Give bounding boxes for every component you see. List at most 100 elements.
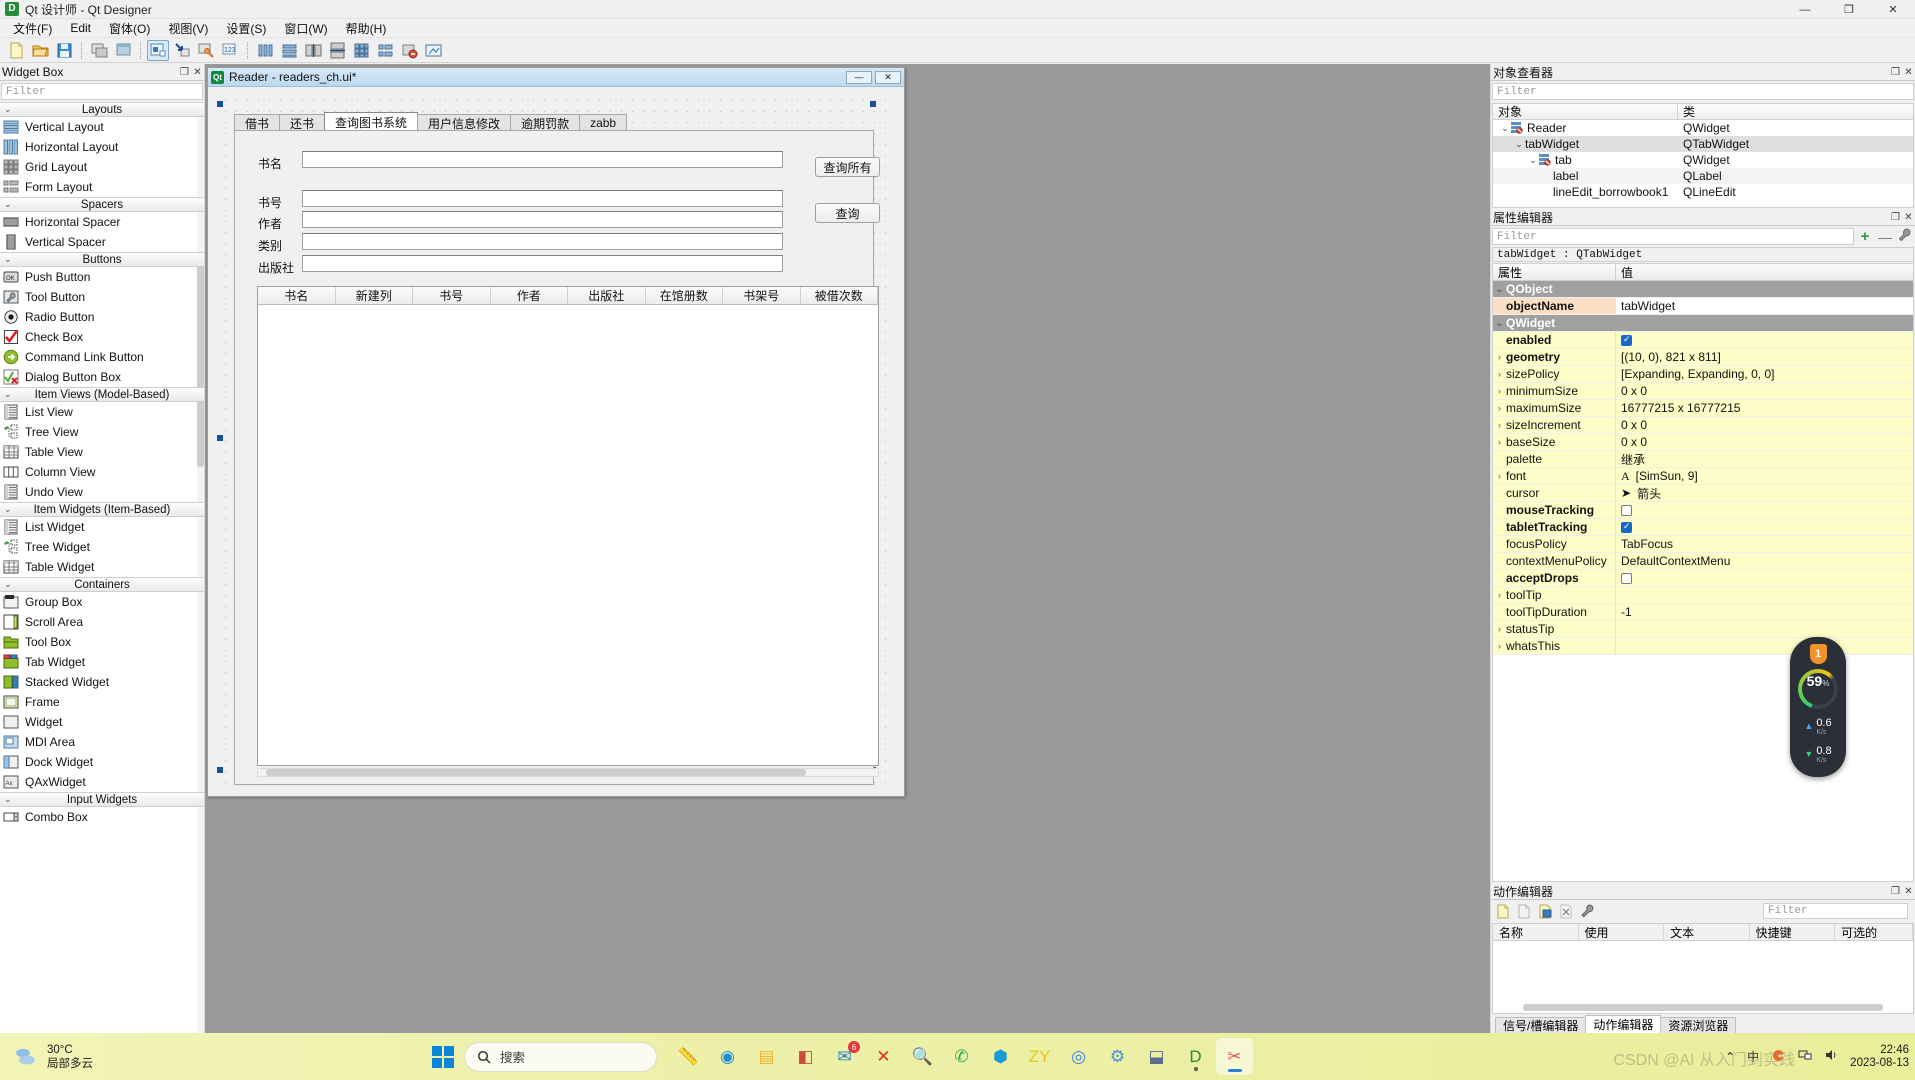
tree-twisty-icon[interactable]: ⌄	[1527, 155, 1539, 166]
form-tab-4[interactable]: 用户信息修改	[417, 114, 512, 131]
edit-tab-order-icon[interactable]: 123	[219, 40, 241, 61]
widget-box-scroll-thumb[interactable]	[197, 252, 204, 467]
action-column-header[interactable]: 快捷键	[1750, 924, 1836, 940]
property-grid[interactable]: 属性 值 ⌄ QObject objectName tabWidget ⌄ QWidget…	[1492, 263, 1914, 882]
object-tree-row[interactable]: ⌄ tabWidget QTabWidget	[1493, 136, 1913, 152]
taskbar-zy-app[interactable]: ZY	[1021, 1038, 1058, 1075]
form-tab-2[interactable]: 还书	[279, 114, 326, 131]
action-filter-input[interactable]: Filter	[1763, 903, 1908, 919]
widget-item-push-button[interactable]: OK Push Button	[0, 267, 204, 287]
taskbar-close-app[interactable]: ✕	[865, 1038, 902, 1075]
widget-item-scroll-area[interactable]: Scroll Area	[0, 612, 204, 632]
action-editor-close-icon[interactable]: ✕	[1902, 885, 1915, 898]
taskbar-search-app[interactable]: 🔍	[904, 1038, 941, 1075]
tray-volume-icon[interactable]	[1824, 1048, 1838, 1065]
selection-handle[interactable]	[217, 101, 223, 107]
property-expand-icon[interactable]: ›	[1493, 386, 1506, 396]
property-expand-icon[interactable]: ›	[1493, 590, 1506, 600]
design-canvas[interactable]: 借书 还书 查询图书系统 用户信息修改 逾期罚款 zabb 书名 书号 作者 类别 出版社…	[217, 95, 888, 785]
windows-start-icon[interactable]	[424, 1038, 461, 1075]
selection-handle[interactable]	[217, 435, 223, 441]
widget-item-column-view[interactable]: Column View	[0, 462, 204, 482]
action-column-header[interactable]: 使用	[1579, 924, 1665, 940]
form-layout-icon[interactable]	[112, 40, 134, 61]
close-button[interactable]: ✕	[1871, 0, 1915, 19]
widget-item-group-box[interactable]: Group Box	[0, 592, 204, 612]
taskbar-ruler-app[interactable]: 📏	[670, 1038, 707, 1075]
bottom-tab-信号槽编辑器[interactable]: 信号/槽编辑器	[1495, 1017, 1587, 1033]
property-expand-icon[interactable]: ›	[1493, 420, 1506, 430]
object-tree-row[interactable]: ⌄ Reader QWidget	[1493, 120, 1913, 136]
property-row[interactable]: › sizeIncrement 0 x 0	[1493, 417, 1913, 434]
widget-item-grid-layout[interactable]: Grid Layout	[0, 157, 204, 177]
field-input-publisher[interactable]	[302, 255, 783, 272]
layout-form-icon[interactable]	[374, 40, 396, 61]
add-property-icon[interactable]: +	[1856, 228, 1874, 245]
property-editor-close-icon[interactable]: ✕	[1902, 211, 1915, 224]
taskbar-settings-app[interactable]: ⚙	[1099, 1038, 1136, 1075]
shield-icon[interactable]: 1	[1809, 644, 1827, 664]
table-column-header[interactable]: 书架号	[723, 287, 801, 304]
table-column-header[interactable]: 出版社	[568, 287, 646, 304]
form-close-button[interactable]: ✕	[875, 70, 901, 84]
taskbar-edge-browser[interactable]: ◉	[709, 1038, 746, 1075]
query-button[interactable]: 查询	[815, 203, 880, 223]
form-hscrollbar[interactable]	[257, 768, 879, 777]
widget-item-stacked-widget[interactable]: Stacked Widget	[0, 672, 204, 692]
widget-item-command-link-button[interactable]: Command Link Button	[0, 347, 204, 367]
widget-item-vertical-layout[interactable]: Vertical Layout	[0, 117, 204, 137]
form-tab-5[interactable]: 逾期罚款	[510, 114, 581, 131]
property-row[interactable]: › sizePolicy [Expanding, Expanding, 0, 0]	[1493, 366, 1913, 383]
object-inspector-close-icon[interactable]: ✕	[1902, 66, 1915, 79]
property-row[interactable]: › font A [SimSun, 9]	[1493, 468, 1913, 485]
property-row[interactable]: tabletTracking	[1493, 519, 1913, 536]
widget-box-scrollbar[interactable]	[197, 102, 204, 1033]
action-column-header[interactable]: 可选的	[1835, 924, 1914, 940]
action-column-header[interactable]: 名称	[1493, 924, 1579, 940]
widget-item-qaxwidget[interactable]: Ax QAxWidget	[0, 772, 204, 792]
field-input-category[interactable]	[302, 233, 783, 250]
result-table-body[interactable]	[258, 305, 878, 765]
widget-item-undo-view[interactable]: Undo View	[0, 482, 204, 502]
property-expand-icon[interactable]: ›	[1493, 403, 1506, 413]
menu-help[interactable]: 帮助(H)	[337, 18, 396, 39]
property-row[interactable]: › geometry [(10, 0), 821 x 811]	[1493, 349, 1913, 366]
taskbar-chrome-browser[interactable]: ◎	[1060, 1038, 1097, 1075]
bottom-tab-动作编辑器[interactable]: 动作编辑器	[1585, 1015, 1662, 1033]
taskbar-qt-designer-app[interactable]: ✂	[1216, 1038, 1253, 1075]
tray-ie-icon[interactable]	[1771, 1048, 1786, 1066]
menu-view[interactable]: 视图(V)	[159, 18, 217, 39]
form-hscroll-thumb[interactable]	[266, 769, 806, 776]
property-checkbox[interactable]	[1621, 572, 1632, 584]
widget-item-mdi-area[interactable]: MDI Area	[0, 732, 204, 752]
field-input-author[interactable]	[302, 211, 783, 228]
field-input-booknumber[interactable]	[302, 190, 783, 207]
widget-box-close-icon[interactable]: ✕	[191, 66, 204, 79]
table-column-header[interactable]: 被借次数	[800, 287, 878, 304]
widget-item-tab-widget[interactable]: Tab Widget	[0, 652, 204, 672]
layout-grid-icon[interactable]	[350, 40, 372, 61]
action-grid-scrollbar[interactable]	[1523, 1004, 1883, 1011]
widget-category-item-views-model-based[interactable]: ⌄ Item Views (Model-Based)	[0, 387, 204, 402]
property-row[interactable]: › baseSize 0 x 0	[1493, 434, 1913, 451]
tree-twisty-icon[interactable]: ⌄	[1499, 123, 1511, 134]
widget-item-dialog-button-box[interactable]: Dialog Button Box	[0, 367, 204, 387]
object-tree-row[interactable]: lineEdit_borrowbook1 QLineEdit	[1493, 184, 1913, 200]
taskbar-weather-widget[interactable]: 30°C 局部多云	[14, 1043, 93, 1071]
new-action-icon[interactable]	[1494, 902, 1512, 920]
tray-network-icon[interactable]	[1798, 1048, 1812, 1065]
form-minimize-button[interactable]: —	[846, 70, 872, 84]
property-row[interactable]: › minimumSize 0 x 0	[1493, 383, 1913, 400]
open-folder-icon[interactable]	[29, 40, 51, 61]
property-row[interactable]: contextMenuPolicy DefaultContextMenu	[1493, 553, 1913, 570]
menu-file[interactable]: 文件(F)	[4, 18, 61, 39]
bottom-tab-资源浏览器[interactable]: 资源浏览器	[1660, 1017, 1737, 1033]
edit-action-icon[interactable]	[1536, 902, 1554, 920]
property-row[interactable]: ⌄ QWidget	[1493, 315, 1913, 332]
edit-signals-icon[interactable]	[171, 40, 193, 61]
widget-item-table-view[interactable]: Table View	[0, 442, 204, 462]
table-column-header[interactable]: 书号	[413, 287, 491, 304]
taskbar-network-app[interactable]: ⬓	[1138, 1038, 1175, 1075]
property-checkbox[interactable]	[1621, 504, 1632, 516]
widget-item-tree-view[interactable]: Tree View	[0, 422, 204, 442]
